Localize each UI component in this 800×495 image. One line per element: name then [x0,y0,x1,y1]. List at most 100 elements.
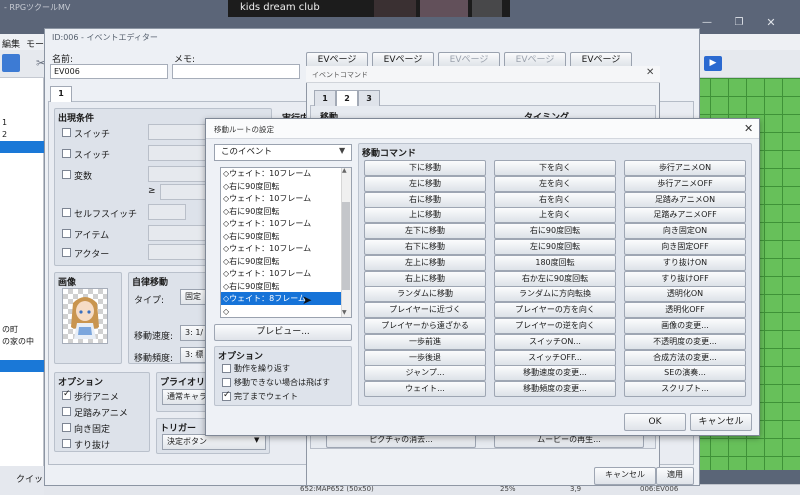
tab-command-1[interactable]: 1 [314,90,336,106]
name-field[interactable]: EV006 [50,64,168,79]
close-icon[interactable]: ✕ [646,67,654,78]
save-icon[interactable] [2,54,20,72]
route-item[interactable]: ◇右に90度回転 [221,206,341,219]
move-command-button[interactable]: 左下に移動 [364,223,486,240]
close-icon[interactable]: ✕ [764,17,778,30]
route-item[interactable]: ◇ウェイト：10フレーム [221,218,341,231]
move-command-button[interactable]: 向き固定ON [624,223,746,240]
tab-command-2[interactable]: 2 [336,90,358,106]
move-command-button[interactable]: プレイヤーに近づく [364,302,486,319]
move-command-button[interactable]: スイッチON... [494,333,616,350]
move-command-button[interactable]: すり抜けOFF [624,270,746,287]
walking-anim-checkbox[interactable] [62,389,71,400]
move-command-button[interactable]: 左に移動 [364,175,486,192]
route-item[interactable]: ◇ウェイト：10フレーム [221,168,341,181]
move-command-button[interactable]: すり抜けON [624,254,746,271]
move-command-button[interactable]: 画像の変更... [624,318,746,334]
variable-checkbox[interactable] [62,170,71,179]
route-item[interactable]: ◇ウェイト：10フレーム [221,243,341,256]
direction-fix-checkbox[interactable] [62,423,71,432]
move-command-button[interactable]: SEの演奏... [624,365,746,382]
move-command-button[interactable]: ジャンプ... [364,365,486,382]
selfswitch-field[interactable] [148,204,186,220]
move-command-button[interactable]: ランダムに移動 [364,286,486,303]
move-command-button[interactable]: 右か左に90度回転 [494,270,616,287]
route-item[interactable]: ◇ウェイト：10フレーム [221,268,341,281]
move-command-button[interactable]: 合成方法の変更... [624,349,746,366]
repeat-checkbox[interactable] [222,364,231,373]
actor-checkbox[interactable] [62,248,71,257]
route-item[interactable]: ◇ウェイト：8フレーム [221,293,341,306]
move-command-button[interactable]: ウェイト... [364,381,486,398]
move-command-button[interactable]: 透明化OFF [624,302,746,319]
move-command-button[interactable]: 下に移動 [364,160,486,176]
move-command-button[interactable]: スクリプト... [624,381,746,398]
playtest-icon[interactable]: ▶ [704,56,722,71]
move-command-button[interactable]: 右に90度回転 [494,223,616,240]
move-command-button[interactable]: 歩行アニメOFF [624,175,746,192]
tab-command-3[interactable]: 3 [358,90,380,106]
move-command-button[interactable]: 向き固定OFF [624,239,746,255]
move-command-button[interactable]: 右を向く [494,191,616,208]
item-checkbox[interactable] [62,229,71,238]
move-command-button[interactable]: プレイヤーの方を向く [494,302,616,319]
map-item-selected[interactable] [0,360,44,372]
map-item[interactable]: の町 [0,324,44,336]
editor-apply-button[interactable]: 適用 [656,467,694,485]
menu-edit[interactable]: 編集 [2,37,20,50]
ok-button[interactable]: OK [624,413,686,431]
move-command-button[interactable]: 一歩前進 [364,333,486,350]
map-item-selected[interactable] [0,141,44,153]
move-command-button[interactable]: 下を向く [494,160,616,176]
move-command-button[interactable]: 不透明度の変更... [624,333,746,350]
selfswitch-checkbox[interactable] [62,208,71,217]
route-item[interactable]: ◇右に90度回転 [221,256,341,269]
move-command-button[interactable]: スイッチOFF... [494,349,616,366]
map-item[interactable]: 1 [0,117,44,129]
wait-complete-checkbox[interactable] [222,390,231,401]
stepping-anim-checkbox[interactable] [62,407,71,416]
memo-field[interactable] [172,64,300,79]
move-command-button[interactable]: 透明化ON [624,286,746,303]
route-item[interactable]: ◇右に90度回転 [221,281,341,294]
move-command-button[interactable]: 左に90度回転 [494,239,616,255]
skip-checkbox[interactable] [222,378,231,387]
map-item[interactable]: 2 [0,129,44,141]
move-command-button[interactable]: 上に移動 [364,207,486,224]
move-command-button[interactable]: 一歩後退 [364,349,486,366]
move-command-button[interactable]: ランダムに方向転換 [494,286,616,303]
switch1-checkbox[interactable] [62,128,71,137]
route-target-select[interactable]: このイベント [214,144,352,161]
character-image[interactable] [62,288,108,344]
route-item[interactable]: ◇ [221,306,341,319]
move-command-button[interactable]: 上を向く [494,207,616,224]
move-command-button[interactable]: 足踏みアニメOFF [624,207,746,224]
close-icon[interactable]: ✕ [744,122,753,135]
route-scroll-thumb[interactable] [342,202,350,290]
move-command-button[interactable]: 右上に移動 [364,270,486,287]
trigger-select[interactable]: 決定ボタン [162,434,266,450]
move-command-button[interactable]: プレイヤーから遠ざかる [364,318,486,334]
scroll-down-icon[interactable]: ▼ [342,309,347,316]
move-command-button[interactable]: 右に移動 [364,191,486,208]
minimize-icon[interactable]: — [700,18,714,30]
tab-page-1[interactable]: 1 [50,86,72,102]
switch2-checkbox[interactable] [62,149,71,158]
editor-cancel-button[interactable]: キャンセル [594,467,656,485]
move-command-button[interactable]: 移動速度の変更... [494,365,616,382]
cancel-button[interactable]: キャンセル [690,413,752,431]
route-item[interactable]: ◇右に90度回転 [221,181,341,194]
preview-button[interactable]: プレビュー... [214,324,352,341]
move-command-button[interactable]: 左を向く [494,175,616,192]
move-command-button[interactable]: 足踏みアニメON [624,191,746,208]
move-command-button[interactable]: 移動頻度の変更... [494,381,616,398]
scroll-up-icon[interactable]: ▲ [342,167,347,174]
route-item[interactable]: ◇ウェイト：10フレーム [221,193,341,206]
move-command-button[interactable]: プレイヤーの逆を向く [494,318,616,334]
map-item[interactable]: の家の中 [0,336,44,348]
through-checkbox[interactable] [62,439,71,448]
move-command-button[interactable]: 歩行アニメON [624,160,746,176]
move-command-button[interactable]: 右下に移動 [364,239,486,255]
route-item[interactable]: ◇右に90度回転 [221,231,341,244]
move-command-button[interactable]: 180度回転 [494,254,616,271]
